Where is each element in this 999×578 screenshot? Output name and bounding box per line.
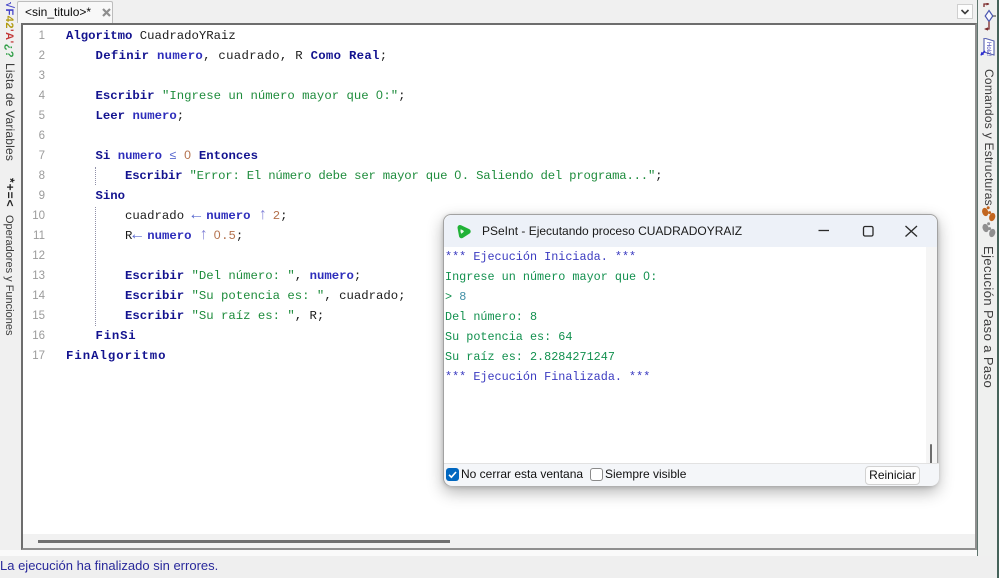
svg-text:Hola!: Hola! xyxy=(985,42,991,56)
